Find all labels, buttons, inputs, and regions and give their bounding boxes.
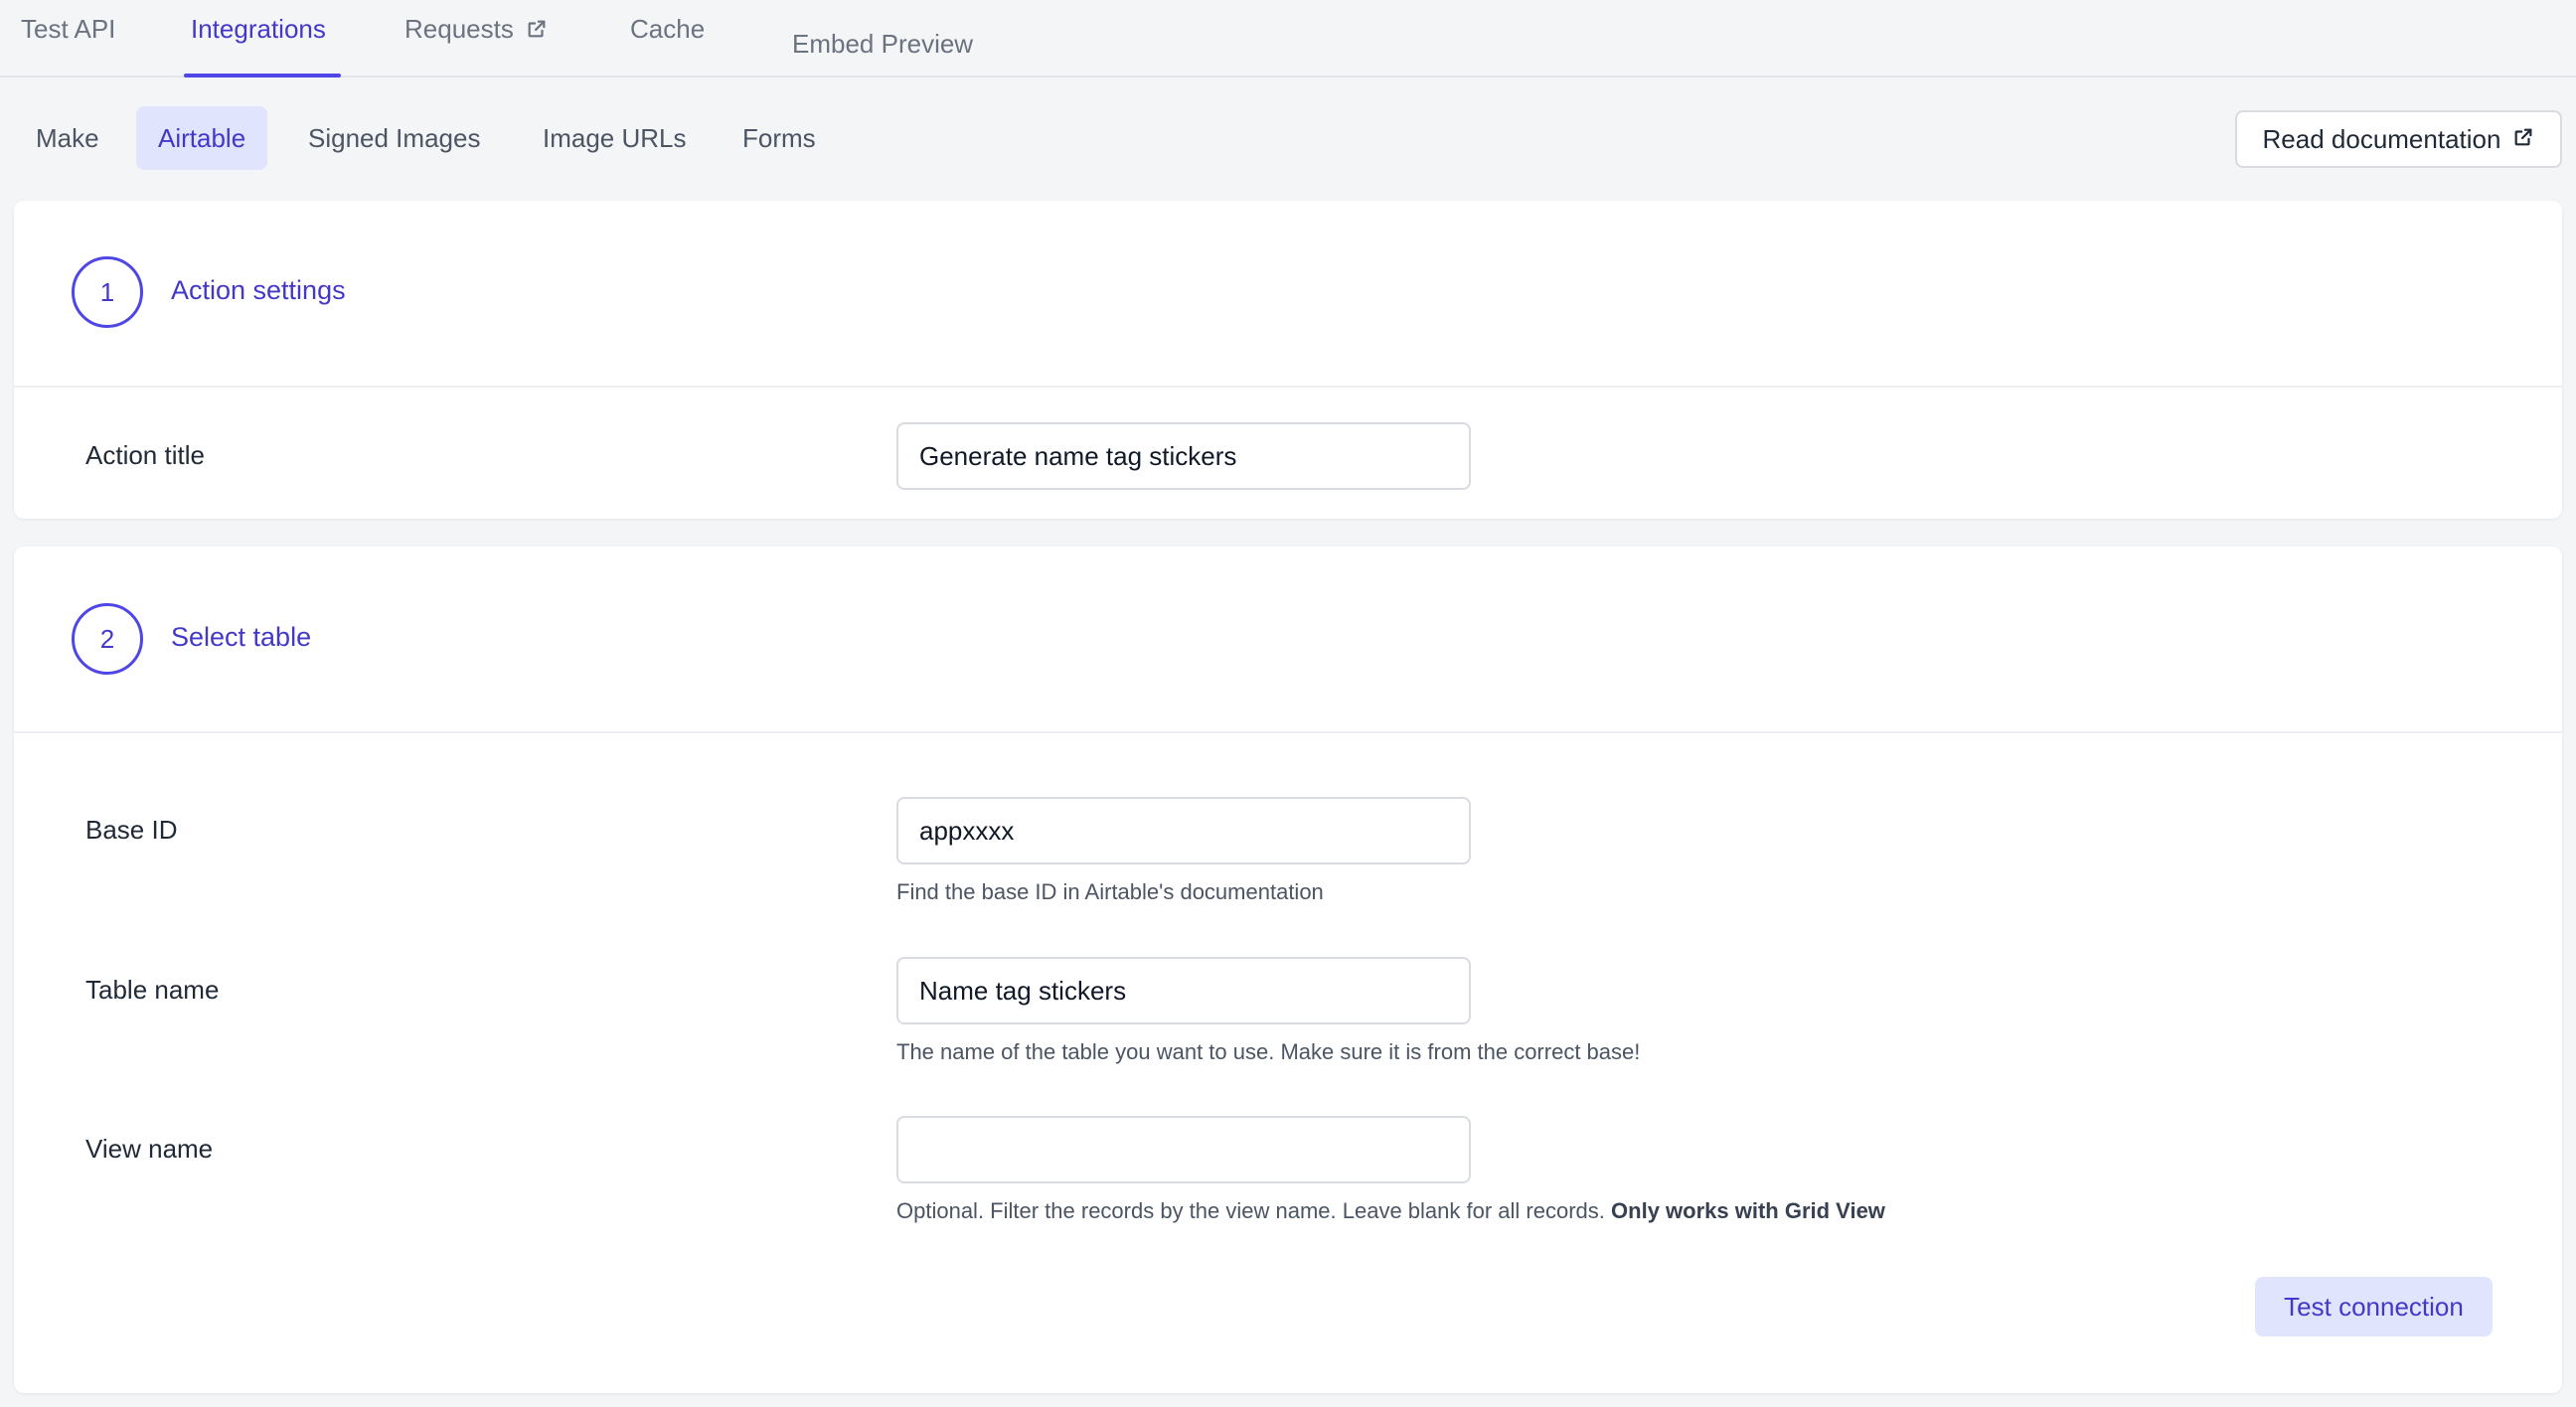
tab-embed-preview[interactable]: Embed Preview — [792, 29, 973, 60]
view-name-help-bold: Only works with Grid View — [1611, 1198, 1885, 1223]
step-number-badge: 1 — [72, 256, 143, 328]
subtab-make[interactable]: Make — [14, 106, 121, 170]
view-name-help: Optional. Filter the records by the view… — [896, 1198, 1885, 1224]
view-name-input[interactable] — [896, 1116, 1471, 1183]
select-table-header: 2 Select table — [14, 547, 2562, 733]
action-title-input[interactable] — [896, 422, 1471, 490]
table-name-input[interactable] — [896, 957, 1471, 1024]
table-name-help: The name of the table you want to use. M… — [896, 1039, 1641, 1064]
base-id-input[interactable] — [896, 797, 1471, 864]
tab-test-api[interactable]: Test API — [21, 14, 115, 45]
active-tab-indicator — [184, 74, 341, 78]
action-title-label: Action title — [85, 440, 205, 470]
table-name-label: Table name — [85, 975, 220, 1005]
step-number-badge: 2 — [72, 603, 143, 675]
view-name-label: View name — [85, 1134, 214, 1164]
select-table-card: 2 Select table Base ID Find the base ID … — [14, 547, 2562, 1393]
action-settings-card: 1 Action settings Action title — [14, 201, 2562, 519]
base-id-label: Base ID — [85, 815, 178, 845]
subtab-signed-images[interactable]: Signed Images — [286, 106, 502, 170]
external-link-icon — [526, 16, 548, 47]
tab-requests-label: Requests — [404, 14, 514, 44]
top-tab-bar: Test API Integrations Requests Cache Emb… — [0, 0, 2576, 78]
base-id-help: Find the base ID in Airtable's documenta… — [896, 879, 1324, 904]
external-link-icon — [2512, 124, 2534, 155]
subtab-image-urls[interactable]: Image URLs — [521, 106, 709, 170]
tab-integrations[interactable]: Integrations — [191, 14, 326, 45]
tab-cache[interactable]: Cache — [630, 14, 705, 45]
tab-requests[interactable]: Requests — [404, 14, 548, 47]
view-name-help-text: Optional. Filter the records by the view… — [896, 1198, 1605, 1223]
subtab-forms[interactable]: Forms — [721, 106, 838, 170]
subtab-airtable[interactable]: Airtable — [136, 106, 268, 170]
read-documentation-button[interactable]: Read documentation — [2235, 110, 2562, 168]
section-title: Action settings — [171, 275, 346, 305]
test-connection-button[interactable]: Test connection — [2255, 1277, 2493, 1336]
action-settings-header: 1 Action settings — [14, 201, 2562, 388]
section-title: Select table — [171, 622, 312, 652]
read-documentation-label: Read documentation — [2262, 123, 2501, 154]
